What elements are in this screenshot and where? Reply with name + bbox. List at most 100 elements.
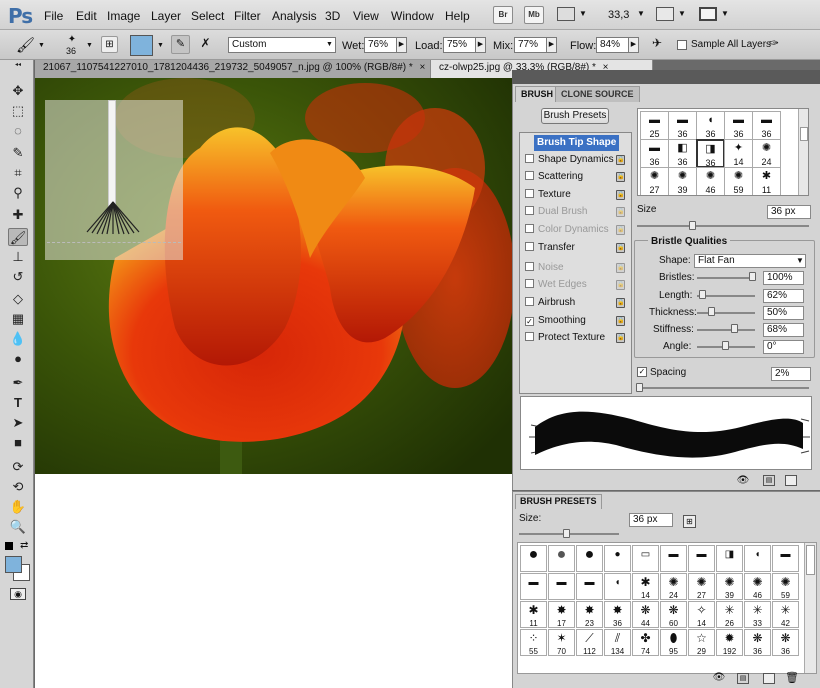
shape-select[interactable]: Flat Fan [694, 254, 806, 268]
brush-tip-cell[interactable]: ✺ 46 [696, 167, 725, 195]
preset-cell[interactable]: ▬ [520, 573, 547, 600]
new-brush-icon[interactable] [785, 475, 797, 486]
chevron-down-icon[interactable]: ▼ [721, 9, 729, 18]
lock-icon[interactable]: 🔒 [616, 333, 625, 343]
brush-tip-cell[interactable]: ◖ 36 [696, 111, 725, 140]
mix-field[interactable]: 77% [514, 37, 547, 53]
preset-cell[interactable]: ✺ 59 [772, 573, 799, 600]
lock-icon[interactable]: 🔒 [616, 298, 625, 308]
zoom-level[interactable]: 33,3 [608, 9, 629, 21]
preset-cell[interactable]: ● [548, 545, 575, 572]
bridge-button[interactable]: Br [493, 6, 513, 24]
preset-size-field[interactable]: 36 px [629, 513, 673, 527]
mixer-brush-tool-icon[interactable]: 🖌 [8, 228, 28, 246]
load-brush-icon[interactable]: ✎ [171, 35, 190, 54]
swap-colors-icon[interactable]: ⇄ [20, 540, 28, 551]
preset-cell[interactable]: ☆ 29 [688, 629, 715, 656]
tip-grid-scrollbar[interactable] [798, 109, 808, 195]
scrollbar-thumb[interactable] [806, 545, 815, 575]
brush-tip-cell-selected[interactable]: ◨ 36 [696, 139, 725, 168]
preset-cell[interactable]: ◨ [716, 545, 743, 572]
checkbox[interactable] [525, 297, 534, 306]
chevron-down-icon[interactable]: ▼ [678, 9, 686, 18]
stiffness-slider-track[interactable] [697, 329, 755, 331]
preset-cell[interactable]: ● [576, 545, 603, 572]
panel-menu-icon[interactable]: ▤ [763, 475, 775, 486]
preset-cell[interactable]: ✧ 14 [688, 601, 715, 628]
preset-cell[interactable]: ▬ [660, 545, 687, 572]
default-colors-icon[interactable] [5, 542, 13, 550]
checkbox-checked[interactable]: ✓ [525, 317, 534, 326]
pen-tool-icon[interactable]: ✒ [8, 374, 28, 392]
flow-field[interactable]: 84% [596, 37, 629, 53]
hand-tool-icon[interactable]: ✋ [8, 498, 28, 516]
mix-stepper[interactable]: ▶ [547, 37, 557, 53]
chevron-down-icon[interactable]: ▼ [157, 42, 164, 49]
clean-brush-icon[interactable]: ✗ [197, 36, 214, 53]
brush-panel-toggle-icon[interactable]: ⊞ [683, 515, 696, 528]
foreground-color-swatch[interactable] [5, 556, 22, 573]
preset-select[interactable]: Custom [228, 37, 336, 53]
preset-cell[interactable]: ✱ 14 [632, 573, 659, 600]
size-slider-knob[interactable] [689, 221, 696, 230]
length-field[interactable]: 62% [763, 289, 804, 303]
minibridge-button[interactable]: Mb [524, 6, 544, 24]
preset-cell[interactable]: ⟋ 112 [576, 629, 603, 656]
list-item-protect-texture[interactable]: Protect Texture [525, 330, 605, 346]
load-stepper[interactable]: ▶ [476, 37, 486, 53]
stiffness-slider-knob[interactable] [731, 324, 738, 333]
list-item-transfer[interactable]: Transfer [525, 240, 575, 256]
view-extras-icon[interactable] [557, 7, 575, 21]
preset-cell[interactable]: ▬ [772, 545, 799, 572]
preset-cell[interactable]: ✺ 39 [716, 573, 743, 600]
checkbox[interactable] [525, 171, 534, 180]
preset-cell[interactable]: ✺ 24 [660, 573, 687, 600]
size-field[interactable]: 36 px [767, 205, 811, 219]
list-item-scattering[interactable]: Scattering [525, 169, 583, 185]
menu-edit[interactable]: Edit [76, 9, 97, 23]
flow-stepper[interactable]: ▶ [629, 37, 639, 53]
menu-image[interactable]: Image [107, 9, 140, 23]
preset-cell[interactable]: ❋ 36 [772, 629, 799, 656]
preset-cell[interactable]: ✹ 192 [716, 629, 743, 656]
preset-cell[interactable]: ✳ 33 [744, 601, 771, 628]
preset-cell[interactable]: ❋ 60 [660, 601, 687, 628]
toggle-bristle-preview-icon[interactable]: 👁 [709, 672, 729, 684]
trash-icon[interactable]: 🗑 [785, 671, 799, 684]
spacing-checkbox[interactable]: ✓ [637, 367, 647, 377]
preset-cell[interactable]: ● [520, 545, 547, 572]
menu-analysis[interactable]: Analysis [272, 9, 317, 23]
size-slider-track[interactable] [637, 225, 809, 227]
new-preset-icon[interactable] [763, 673, 775, 684]
chevron-down-icon[interactable]: ▼ [637, 9, 645, 18]
preset-grid-scrollbar[interactable] [804, 543, 816, 673]
brush-tip-cell[interactable]: ▬ 36 [640, 139, 669, 168]
preset-cell[interactable]: ✶ 70 [548, 629, 575, 656]
list-item-smoothing[interactable]: ✓ Smoothing [525, 313, 586, 329]
checkbox[interactable] [525, 332, 534, 341]
gradient-tool-icon[interactable]: ▦ [8, 310, 28, 328]
brush-tip-cell[interactable]: ▬ 36 [724, 111, 753, 140]
preset-cell[interactable]: ❋ 36 [744, 629, 771, 656]
preset-cell[interactable]: ✸ 23 [576, 601, 603, 628]
mixer-brush-icon[interactable]: 🖌 [16, 36, 35, 54]
screen-mode-icon[interactable] [699, 7, 717, 21]
preset-cell[interactable]: ◖ [744, 545, 771, 572]
3d-orbit-tool-icon[interactable]: ⟲ [8, 478, 28, 496]
menu-3d[interactable]: 3D [325, 9, 340, 23]
preset-cell[interactable]: ✱ 11 [520, 601, 547, 628]
close-icon[interactable]: × [420, 62, 426, 73]
bristles-slider-knob[interactable] [749, 272, 756, 281]
preset-cell[interactable]: ✳ 42 [772, 601, 799, 628]
collapse-icon[interactable]: ◂◂ [8, 62, 28, 68]
pressure-icon[interactable]: ✑ [766, 36, 782, 52]
preset-cell[interactable]: ▬ [576, 573, 603, 600]
thickness-slider-knob[interactable] [708, 307, 715, 316]
current-color-swatch[interactable] [130, 35, 153, 56]
spacing-slider-knob[interactable] [636, 383, 643, 392]
menu-file[interactable]: File [44, 9, 63, 23]
preset-cell[interactable]: ▭ [632, 545, 659, 572]
brush-tip-cell[interactable]: ✦ 14 [724, 139, 753, 168]
scrollbar-thumb[interactable] [800, 127, 808, 141]
marquee-tool-icon[interactable]: ⬚ [8, 102, 28, 120]
